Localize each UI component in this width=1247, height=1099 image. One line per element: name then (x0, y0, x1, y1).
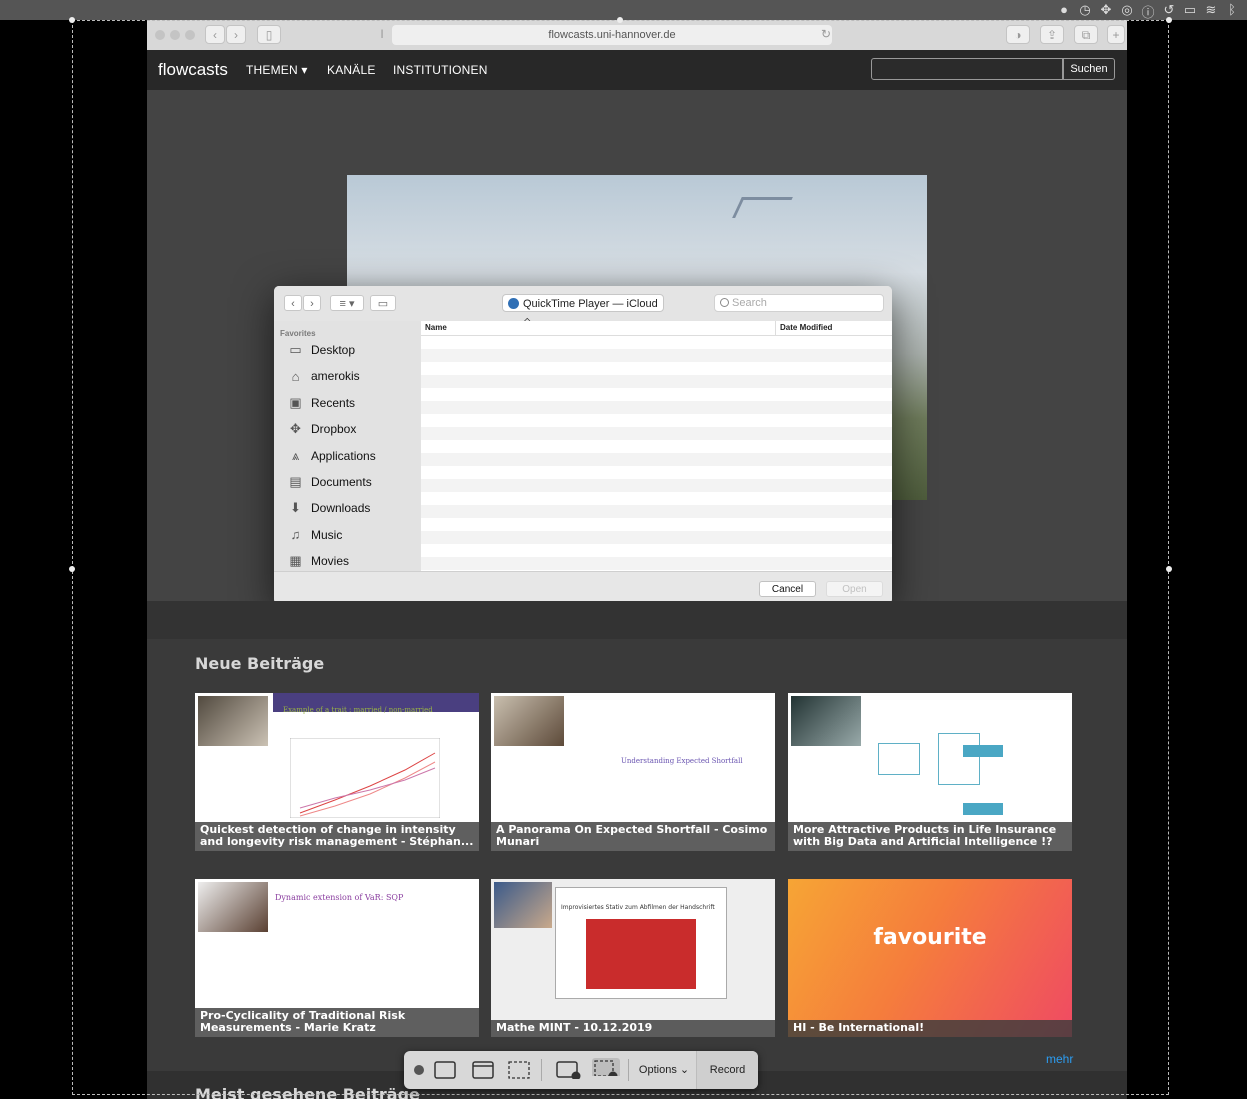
airplay-icon[interactable]: ▭ (1183, 2, 1197, 21)
menu-bar: ● ◷ ✥ ◎ ⓘ ↺ ▭ ≋ ᛒ (0, 0, 1247, 20)
capture-selection-frame[interactable] (69, 17, 1172, 1095)
close-capture-button[interactable] (414, 1065, 424, 1075)
wifi-icon[interactable]: ≋ (1204, 2, 1218, 21)
selection-handle[interactable] (69, 566, 75, 572)
notification-icon[interactable]: ● (1057, 2, 1071, 21)
capture-entire-screen-icon[interactable] (434, 1061, 456, 1079)
capture-window-icon[interactable] (472, 1061, 494, 1079)
sync-icon[interactable]: ◎ (1120, 2, 1134, 21)
status-icons: ● ◷ ✥ ◎ ⓘ ↺ ▭ ≋ ᛒ (1057, 2, 1239, 21)
selection-handle[interactable] (69, 17, 75, 23)
selection-handle[interactable] (617, 17, 623, 23)
options-button[interactable]: Options ⌄ (632, 1051, 696, 1089)
bluetooth-icon[interactable]: ᛒ (1225, 2, 1239, 21)
toolbar-divider (628, 1059, 629, 1081)
capture-selection-icon[interactable] (508, 1061, 530, 1079)
record-entire-screen-icon[interactable] (556, 1061, 582, 1079)
selection-handle[interactable] (1166, 17, 1172, 23)
record-button[interactable]: Record (696, 1051, 758, 1089)
toolbar-divider (541, 1059, 542, 1081)
info-icon[interactable]: ⓘ (1141, 2, 1155, 21)
selection-handle[interactable] (1166, 566, 1172, 572)
record-selection-icon[interactable] (592, 1058, 620, 1076)
dropbox-status-icon[interactable]: ✥ (1099, 2, 1113, 21)
capture-toolbar: Options ⌄ Record (404, 1051, 758, 1089)
clock-icon[interactable]: ◷ (1078, 2, 1092, 21)
